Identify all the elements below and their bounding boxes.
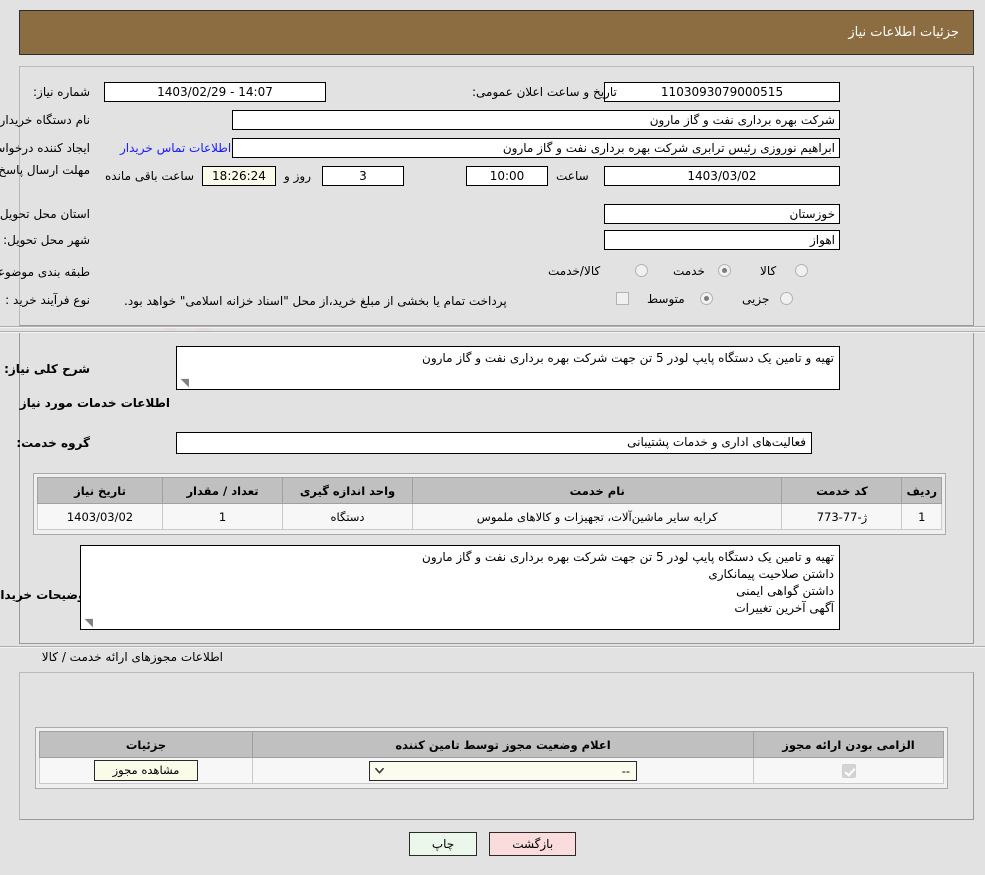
- items-table: ردیف کد خدمت نام خدمت واحد اندازه گیری ت…: [37, 477, 942, 530]
- general-description-textarea[interactable]: تهیه و تامین یک دستگاه پایپ لودر 5 تن جه…: [176, 346, 840, 390]
- request-creator-label: ایجاد کننده درخواست:: [0, 141, 90, 155]
- licenses-table: الزامی بودن ارائه مجوز اعلام وضعیت مجوز …: [39, 731, 944, 784]
- cell-quantity: 1: [162, 503, 283, 530]
- buyer-note-line: آگهی آخرین تغییرات: [734, 601, 834, 615]
- buyer-org-field: شرکت بهره برداری نفت و گاز مارون: [232, 110, 840, 130]
- col-unit: واحد اندازه گیری: [282, 477, 413, 504]
- cell-service-name: کرایه سایر ماشین‌آلات، تجهیزات و کالاهای…: [411, 503, 783, 530]
- category-radio-khedmat[interactable]: [718, 264, 731, 277]
- process-radio-motevaset[interactable]: [700, 292, 713, 305]
- countdown-field: 18:26:24: [202, 166, 276, 186]
- col-license-required: الزامی بودن ارائه مجوز: [753, 731, 944, 758]
- general-description-label: شرح کلی نیاز:: [4, 362, 90, 376]
- category-radio-kala-khedmat[interactable]: [635, 264, 648, 277]
- back-button[interactable]: بازگشت: [489, 832, 577, 856]
- license-status-value: --: [621, 763, 630, 778]
- table-row: -- مشاهده مجوز: [39, 757, 944, 784]
- col-need-date: تاریخ نیاز: [37, 477, 163, 504]
- license-status-select[interactable]: --: [369, 760, 637, 781]
- category-radio-kala[interactable]: [795, 264, 808, 277]
- print-button[interactable]: چاپ: [408, 832, 478, 856]
- process-option-motevaset: متوسط: [647, 292, 685, 306]
- chevron-down-icon: [375, 767, 384, 774]
- purchase-process-label: نوع فرآیند خرید :: [5, 293, 90, 307]
- col-service-name: نام خدمت: [411, 477, 783, 504]
- days-label: روز و: [284, 169, 311, 183]
- treasury-payment-note: پرداخت تمام یا بخشی از مبلغ خرید،از محل …: [124, 294, 507, 308]
- category-option-kala: کالا: [760, 264, 777, 278]
- license-required-checkbox: [841, 763, 856, 778]
- view-license-button[interactable]: مشاهده مجوز: [93, 760, 199, 781]
- cell-license-required: [753, 757, 944, 784]
- announce-datetime-label: تاریخ و ساعت اعلان عمومی:: [472, 85, 617, 99]
- buyer-note-line: داشتن صلاحیت پیمانکاری: [708, 567, 834, 581]
- deadline-time-field: 10:00: [466, 166, 548, 186]
- service-group-field: فعالیت‌های اداری و خدمات پشتیبانی: [176, 432, 812, 454]
- services-section-title: اطلاعات خدمات مورد نیاز: [19, 396, 170, 410]
- col-row: ردیف: [901, 477, 942, 504]
- service-group-value: فعالیت‌های اداری و خدمات پشتیبانی: [627, 435, 806, 449]
- need-info-panel: [19, 66, 974, 326]
- licenses-table-wrapper: الزامی بودن ارائه مجوز اعلام وضعیت مجوز …: [35, 727, 948, 789]
- delivery-province-field: خوزستان: [604, 204, 840, 224]
- col-service-code: کد خدمت: [781, 477, 903, 504]
- delivery-city-field: اهواز: [604, 230, 840, 250]
- items-table-wrapper: ردیف کد خدمت نام خدمت واحد اندازه گیری ت…: [33, 473, 946, 535]
- licenses-section-title: اطلاعات مجوزهای ارائه خدمت / کالا: [41, 650, 223, 664]
- buyer-note-line: تهیه و تامین یک دستگاه پایپ لودر 5 تن جه…: [422, 550, 834, 564]
- request-creator-field: ابراهیم نوروزی رئیس ترابری شرکت بهره برد…: [232, 138, 840, 158]
- general-description-text: تهیه و تامین یک دستگاه پایپ لودر 5 تن جه…: [422, 351, 834, 365]
- buyer-org-label: نام دستگاه خریدار:: [0, 113, 90, 127]
- col-quantity: تعداد / مقدار: [162, 477, 283, 504]
- cell-need-date: 1403/03/02: [37, 503, 163, 530]
- treasury-payment-checkbox[interactable]: [616, 292, 629, 305]
- tender-detail-page: AriaTender.net جزئیات اطلاعات نیاز شماره…: [0, 0, 985, 875]
- delivery-city-label: شهر محل تحویل:: [3, 233, 90, 247]
- announce-datetime-field: 14:07 - 1403/02/29: [104, 82, 326, 102]
- hour-label: ساعت: [556, 169, 589, 183]
- page-title-bar: جزئیات اطلاعات نیاز: [19, 10, 974, 55]
- resize-grip-icon[interactable]: ◥: [179, 377, 189, 388]
- buyer-contact-link[interactable]: اطلاعات تماس خریدار: [120, 141, 231, 155]
- buyer-notes-textarea[interactable]: تهیه و تامین یک دستگاه پایپ لودر 5 تن جه…: [80, 545, 840, 630]
- buyer-note-line: داشتن گواهی ایمنی: [736, 584, 834, 598]
- need-number-field: 1103093079000515: [604, 82, 840, 102]
- resize-grip-icon[interactable]: ◥: [83, 617, 93, 628]
- category-label: طبقه بندی موضوعی:: [0, 265, 90, 279]
- col-license-status: اعلام وضعیت مجوز توسط تامین کننده: [252, 731, 754, 758]
- cell-license-details: مشاهده مجوز: [39, 757, 253, 784]
- cell-license-status: --: [252, 757, 754, 784]
- service-group-label: گروه خدمت:: [16, 436, 90, 450]
- process-radio-jozii[interactable]: [780, 292, 793, 305]
- delivery-province-label: استان محل تحویل:: [0, 207, 90, 221]
- deadline-label: مهلت ارسال پاسخ: تا تاریخ:: [0, 163, 90, 177]
- items-table-header-row: ردیف کد خدمت نام خدمت واحد اندازه گیری ت…: [37, 477, 942, 504]
- buyer-notes-label: توضیحات خریدار:: [0, 588, 90, 602]
- footer-button-bar: بازگشت چاپ: [0, 832, 985, 856]
- cell-unit: دستگاه: [282, 503, 413, 530]
- remaining-time-label: ساعت باقی مانده: [105, 169, 195, 183]
- deadline-date-field: 1403/03/02: [604, 166, 840, 186]
- category-option-khedmat: خدمت: [673, 264, 705, 278]
- page-title: جزئیات اطلاعات نیاز: [848, 25, 959, 40]
- category-option-kala-khedmat: کالا/خدمت: [548, 264, 601, 278]
- process-option-jozii: جزیی: [742, 292, 770, 306]
- licenses-table-header-row: الزامی بودن ارائه مجوز اعلام وضعیت مجوز …: [39, 731, 944, 758]
- need-number-label: شماره نیاز:: [33, 85, 90, 99]
- remaining-days-field: 3: [322, 166, 404, 186]
- cell-row: 1: [901, 503, 942, 530]
- cell-service-code: ژ-77-773: [781, 503, 903, 530]
- col-license-details: جزئیات: [39, 731, 253, 758]
- table-row: 1 ژ-77-773 کرایه سایر ماشین‌آلات، تجهیزا…: [37, 503, 942, 530]
